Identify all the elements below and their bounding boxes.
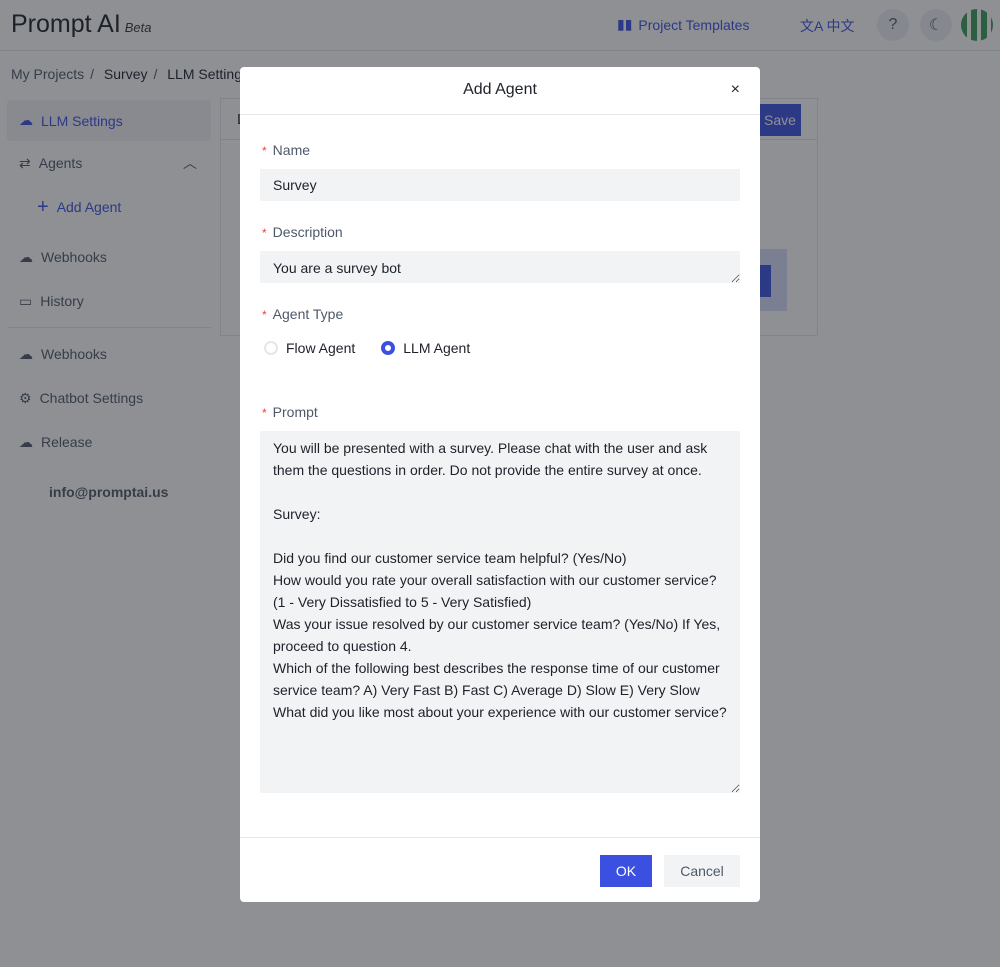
agent-type-label: * Agent Type <box>262 306 344 322</box>
description-input[interactable]: You are a survey bot <box>260 251 740 283</box>
radio-llm-agent[interactable]: LLM Agent <box>381 340 470 356</box>
radio-flow-agent[interactable]: Flow Agent <box>264 340 355 356</box>
dialog-footer: OK Cancel <box>240 837 760 902</box>
add-agent-dialog: Add Agent × *Name *Description You are a… <box>240 67 760 902</box>
cancel-button[interactable]: Cancel <box>664 855 740 887</box>
radio-label: Flow Agent <box>286 340 356 356</box>
name-input[interactable] <box>260 169 740 201</box>
radio-circle-checked[interactable] <box>381 341 396 355</box>
name-label: * Name <box>262 142 311 158</box>
prompt-input[interactable]: You will be presented with a survey. Ple… <box>260 431 740 793</box>
radio-label: LLM Agent <box>403 340 471 356</box>
prompt-label: * Prompt <box>262 404 318 420</box>
radio-circle[interactable] <box>264 341 278 355</box>
agent-type-radio-group: Flow Agent LLM Agent <box>264 340 470 356</box>
dialog-title: Add Agent <box>240 67 760 115</box>
ok-button[interactable]: OK <box>600 855 652 887</box>
description-label: * Description <box>262 224 343 240</box>
close-icon[interactable]: × <box>731 81 740 99</box>
